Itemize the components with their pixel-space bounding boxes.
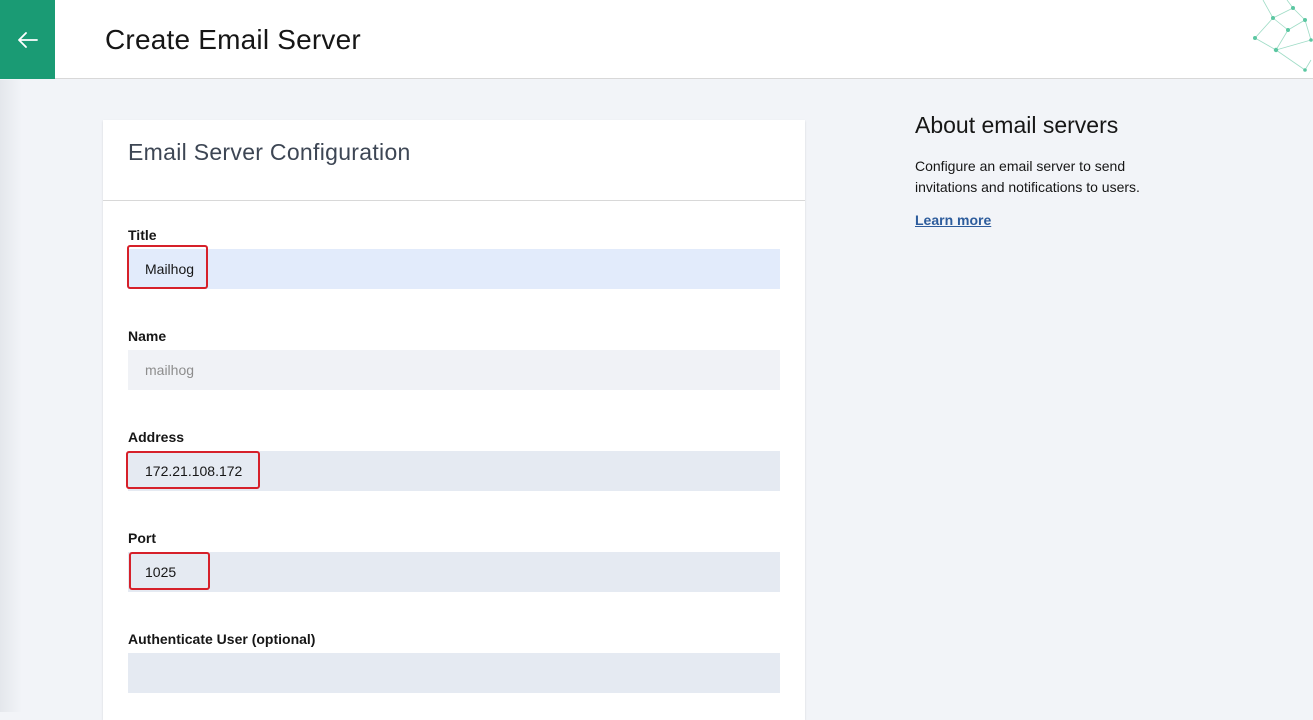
page-title: Create Email Server (105, 24, 361, 55)
network-decoration-icon (1253, 0, 1313, 72)
name-label: Name (128, 328, 167, 344)
address-label: Address (128, 429, 185, 445)
arrow-left-icon (17, 31, 38, 48)
page-header: Create Email Server (0, 0, 1313, 79)
card-divider (103, 200, 805, 201)
left-shade (0, 80, 22, 712)
port-label: Port (128, 530, 156, 546)
card-title: Email Server Configuration (128, 139, 411, 165)
about-description: Configure an email server to send invita… (915, 158, 1140, 195)
title-input[interactable] (128, 249, 780, 289)
port-input[interactable] (128, 552, 780, 592)
learn-more-link[interactable]: Learn more (915, 212, 991, 228)
about-title: About email servers (915, 112, 1119, 138)
back-button[interactable] (0, 0, 55, 79)
name-input (128, 350, 780, 390)
auth-user-input[interactable] (128, 653, 780, 693)
title-label: Title (128, 227, 157, 243)
email-server-config-card: Email Server Configuration Title Name Ad… (103, 120, 805, 720)
address-input[interactable] (128, 451, 780, 491)
auth-user-label: Authenticate User (optional) (128, 631, 316, 647)
